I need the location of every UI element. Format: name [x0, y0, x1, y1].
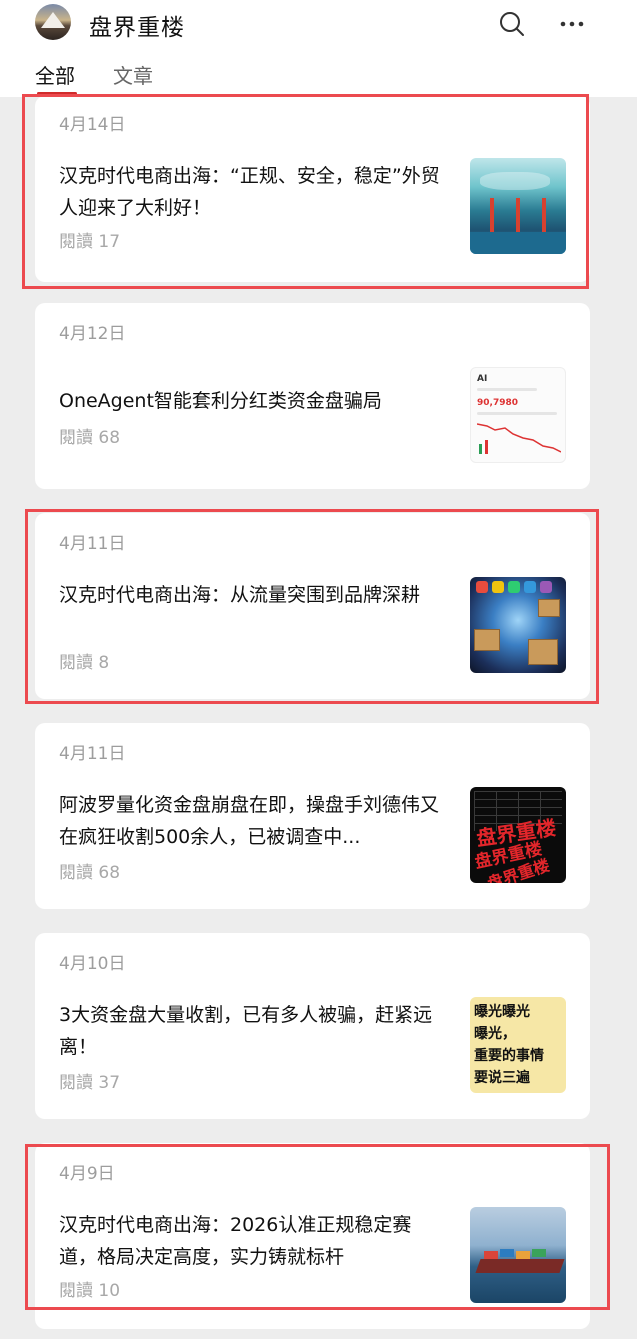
tab-articles[interactable]: 文章: [113, 60, 153, 89]
article-card[interactable]: 4月10日 3大资金盘大量收割，已有多人被骗，赶紧远离！ 閱讀 37 曝光曝光 …: [35, 933, 590, 1119]
article-date: 4月14日: [59, 115, 126, 135]
app-screenshot-thumbnail: AI 90,7980: [470, 367, 566, 463]
port-map-thumbnail: [470, 158, 566, 254]
article-card[interactable]: 4月14日 汉克时代电商出海：“正规、安全，稳定”外贸人迎来了大利好！ 閱讀 1…: [35, 96, 590, 282]
article-title: 阿波罗量化资金盘崩盘在即，操盘手刘德伟又在疯狂收割500余人，已被调查中...: [59, 794, 440, 848]
top-bar: 盘界重楼 全部 文章: [0, 0, 637, 97]
article-title: 3大资金盘大量收割，已有多人被骗，赶紧远离！: [59, 1004, 433, 1058]
article-title: 汉克时代电商出海：2026认准正规稳定赛道，格局决定高度，实力铸就标杆: [59, 1214, 412, 1268]
read-count: 閱讀 68: [59, 428, 121, 448]
article-title: 汉克时代电商出海：“正规、安全，稳定”外贸人迎来了大利好！: [59, 165, 440, 219]
article-card[interactable]: 4月12日 OneAgent智能套利分红类资金盘骗局 閱讀 68 AI 90,7…: [35, 303, 590, 489]
read-count: 閱讀 10: [59, 1281, 121, 1301]
article-date: 4月12日: [59, 324, 126, 344]
read-count: 閱讀 8: [59, 653, 110, 673]
tab-all[interactable]: 全部: [35, 60, 75, 89]
text-thumbnail: 曝光曝光 曝光， 重要的事情 要说三遍: [470, 997, 566, 1093]
article-card[interactable]: 4月11日 汉克时代电商出海：从流量突围到品牌深耕 閱讀 8: [35, 513, 590, 699]
stamp-thumbnail: 盘界重楼 盘界重楼 盘界重楼: [470, 787, 566, 883]
active-tab-indicator: [37, 92, 77, 95]
read-count: 閱讀 37: [59, 1073, 121, 1093]
article-date: 4月11日: [59, 744, 126, 764]
read-count: 閱讀 68: [59, 863, 121, 883]
article-card[interactable]: 4月9日 汉克时代电商出海：2026认准正规稳定赛道，格局决定高度，实力铸就标杆…: [35, 1143, 590, 1329]
article-date: 4月10日: [59, 954, 126, 974]
article-title: 汉克时代电商出海：从流量突围到品牌深耕: [59, 584, 421, 606]
account-avatar[interactable]: [35, 4, 71, 40]
globe-parcels-thumbnail: [470, 577, 566, 673]
article-title: OneAgent智能套利分红类资金盘骗局: [59, 390, 382, 412]
article-date: 4月9日: [59, 1164, 115, 1184]
more-icon[interactable]: [556, 8, 588, 40]
article-card[interactable]: 4月11日 阿波罗量化资金盘崩盘在即，操盘手刘德伟又在疯狂收割500余人，已被调…: [35, 723, 590, 909]
search-icon[interactable]: [496, 8, 528, 40]
read-count: 閱讀 17: [59, 232, 121, 252]
cargo-ship-thumbnail: [470, 1207, 566, 1303]
article-date: 4月11日: [59, 534, 126, 554]
account-title: 盘界重楼: [89, 15, 185, 41]
